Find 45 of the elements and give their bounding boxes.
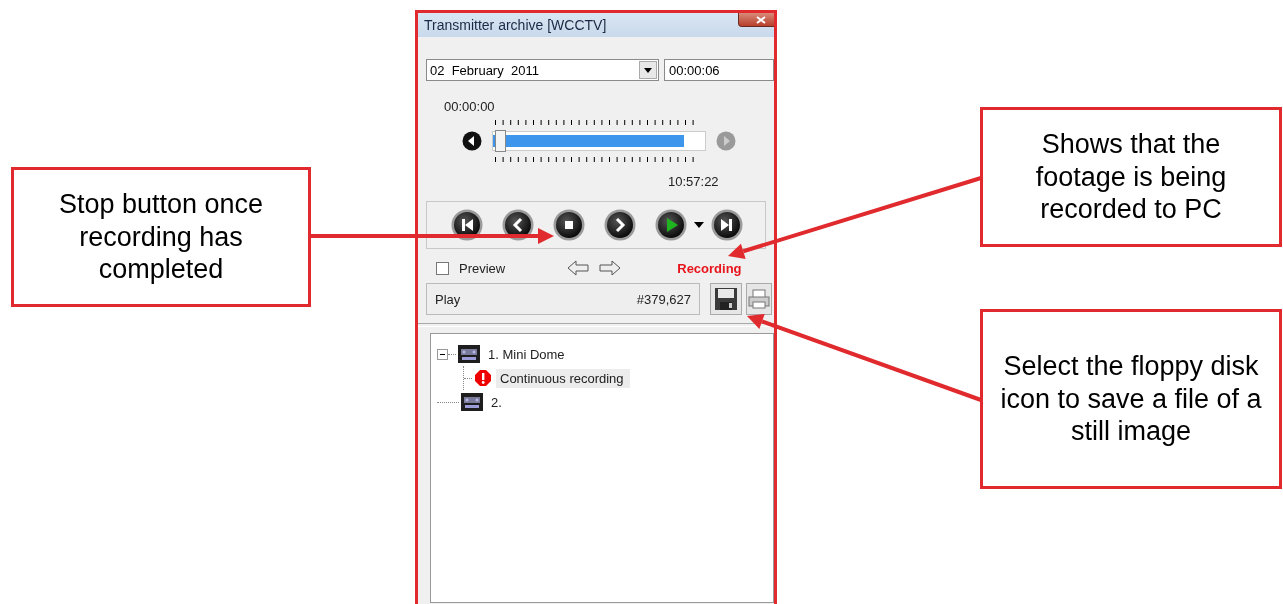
tree-item[interactable]: Continuous recording [496,368,630,388]
end-time: 10:57:22 [668,174,719,191]
close-button[interactable] [738,13,774,27]
start-time: 00:00:00 [444,99,496,114]
callout-box: Select the floppy disk icon to save a file of a still image [980,309,1282,489]
forward-arrow-button[interactable] [599,260,622,276]
window-title: Transmitter archive [WCCTV] [424,17,607,33]
close-icon [756,15,766,24]
next-icon [604,209,636,241]
tree-item[interactable]: 2. [487,392,508,412]
time-field[interactable]: 00:00:06 [664,59,774,81]
recording-status: Recording [677,260,742,276]
preview-label: Preview [459,260,506,276]
back-arrow-button[interactable] [567,260,590,276]
callout-box: Stop button once recording has completed [11,167,311,307]
skip-start-icon [451,209,483,241]
stop-button[interactable] [553,209,585,241]
stop-icon [553,209,585,241]
collapse-icon[interactable] [437,348,448,360]
skip-start-button[interactable] [451,209,483,241]
skip-end-icon [711,209,743,241]
right-arrow-icon [599,260,622,276]
tree-item[interactable]: 1. Mini Dome [484,344,571,364]
save-button[interactable] [710,283,742,315]
callout-box: Shows that the footage is being recorded to PC [980,107,1282,247]
preview-checkbox[interactable] [436,261,449,275]
mode-text: Play [435,291,461,307]
printer-icon [748,288,770,310]
caret-icon [644,67,652,73]
tape-icon [461,393,483,411]
timeline-slider[interactable] [492,131,706,151]
slider-thumb[interactable] [495,130,506,152]
skip-end-button[interactable] [711,209,743,241]
caret-icon [694,222,704,228]
left-arrow-icon [567,260,590,276]
previous-button[interactable] [502,209,534,241]
frame-number: #379,627 [636,291,691,307]
date-dropdown[interactable]: 02 February 2011 [426,59,659,81]
play-button[interactable] [655,209,687,241]
play-icon [655,209,687,241]
next-button[interactable] [604,209,636,241]
back-button[interactable] [462,131,482,151]
alert-icon [474,369,492,387]
tape-icon [458,345,480,363]
previous-icon [502,209,534,241]
